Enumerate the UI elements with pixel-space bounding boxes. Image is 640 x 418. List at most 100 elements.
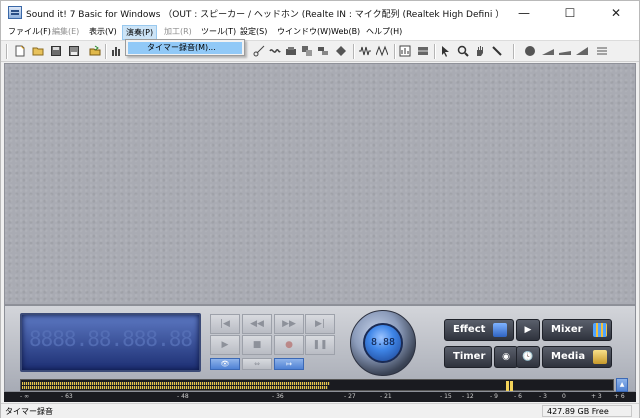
- fade-in-icon[interactable]: [542, 45, 554, 57]
- db-scale-label: - ∞: [20, 393, 30, 400]
- menu-settings[interactable]: 設定(S): [237, 25, 270, 40]
- copy-icon[interactable]: [269, 45, 281, 57]
- volume-icon[interactable]: [576, 45, 588, 57]
- cursor-icon[interactable]: [440, 45, 452, 57]
- db-scale-label: - 36: [272, 393, 284, 400]
- menu-bar: ファイル(F) 編集(E) 表示(V) 演奏(P) 加工(R) ツール(T) 設…: [1, 25, 639, 40]
- menu-play[interactable]: 演奏(P): [122, 25, 158, 40]
- window-title: Sound it! 7 Basic for Windows （OUT : スピー…: [26, 10, 505, 20]
- mixer-icon: [593, 323, 607, 337]
- close-icon: ✕: [610, 6, 622, 20]
- record-dot-icon[interactable]: [524, 45, 536, 57]
- save-icon[interactable]: [50, 45, 62, 57]
- counter-digits: 8888.88.888.88: [29, 327, 193, 351]
- peak-marker-right: [510, 381, 513, 391]
- play-menu-dropdown: タイマー録音(M)...: [125, 39, 245, 56]
- hand-icon[interactable]: [474, 45, 486, 57]
- meter-toggle-button[interactable]: ▲: [616, 378, 628, 392]
- open-folder-icon[interactable]: [32, 45, 44, 57]
- volume-knob[interactable]: 8.88: [350, 310, 416, 376]
- title-bar[interactable]: Sound it! 7 Basic for Windows （OUT : スピー…: [1, 1, 639, 25]
- zoom-icon[interactable]: [457, 45, 469, 57]
- follow-toggle-icon[interactable]: ↦: [274, 358, 304, 370]
- stop-button[interactable]: ■: [242, 335, 272, 355]
- media-icon: [593, 350, 607, 364]
- menu-view[interactable]: 表示(V): [86, 25, 120, 40]
- timer-record-menu-item[interactable]: タイマー録音(M)...: [128, 42, 242, 54]
- cut-icon[interactable]: [253, 45, 265, 57]
- wave-workspace[interactable]: [4, 63, 636, 305]
- meter-grid-icon[interactable]: [596, 45, 608, 57]
- timer-button[interactable]: Timer: [444, 346, 492, 368]
- db-scale-label: + 6: [614, 393, 625, 400]
- menu-window[interactable]: ウインドウ(W): [274, 25, 334, 40]
- timer-label: Timer: [453, 351, 486, 362]
- app-icon[interactable]: [8, 6, 22, 19]
- status-text: タイマー録音: [5, 407, 53, 416]
- mixer-button[interactable]: Mixer: [542, 319, 612, 341]
- menu-file[interactable]: ファイル(F): [5, 25, 54, 40]
- db-scale-label: - 15: [440, 393, 452, 400]
- chart-icon[interactable]: [111, 45, 123, 57]
- level-meter-icon[interactable]: [399, 45, 411, 57]
- loop-toggle-icon[interactable]: ⇔: [242, 358, 272, 370]
- record-button[interactable]: ●: [274, 335, 304, 355]
- maximize-button[interactable]: ☐: [547, 1, 593, 25]
- save-as-icon[interactable]: [68, 45, 80, 57]
- pause-button[interactable]: ❚❚: [305, 335, 335, 355]
- menu-web[interactable]: Web(B): [328, 25, 363, 40]
- monitor-toggle-icon[interactable]: 👁: [210, 358, 240, 370]
- open-recent-icon[interactable]: [89, 45, 101, 57]
- maximize-icon: ☐: [564, 6, 576, 20]
- media-button[interactable]: Media: [542, 346, 612, 368]
- new-file-icon[interactable]: [14, 45, 26, 57]
- menu-process[interactable]: 加工(R): [161, 25, 195, 40]
- minimize-icon: —: [518, 6, 530, 20]
- media-label: Media: [551, 351, 586, 362]
- mixer-label: Mixer: [551, 324, 583, 335]
- clock-icon[interactable]: 🕓: [516, 346, 540, 368]
- toolbar-separator: [394, 44, 396, 59]
- menu-help[interactable]: ヘルプ(H): [363, 25, 405, 40]
- toolbar-separator: [105, 44, 107, 59]
- pencil-icon[interactable]: [491, 45, 503, 57]
- waveform-icon[interactable]: [359, 45, 371, 57]
- disk-free-space: 427.89 GB Free: [542, 405, 632, 417]
- paste-icon[interactable]: [285, 45, 297, 57]
- fast-forward-button[interactable]: ▶▶: [274, 314, 304, 334]
- toolbar-separator: [513, 44, 515, 59]
- minimize-button[interactable]: —: [501, 1, 547, 25]
- spectrum-icon[interactable]: [376, 45, 388, 57]
- fade-out-icon[interactable]: [559, 45, 571, 57]
- delete-icon[interactable]: [335, 45, 347, 57]
- toolbar-separator: [434, 44, 436, 59]
- control-panel: 8888.88.888.88 |◀ ◀◀ ▶▶ ▶| ▶ ■ ● ❚❚ 👁 ⇔ …: [4, 305, 636, 392]
- close-button[interactable]: ✕: [593, 1, 639, 25]
- db-scale-label: - 63: [61, 393, 73, 400]
- db-scale-label: 0: [562, 393, 566, 400]
- status-bar: タイマー録音 427.89 GB Free: [1, 403, 639, 418]
- go-end-button[interactable]: ▶|: [305, 314, 335, 334]
- toolbar-separator: [353, 44, 355, 59]
- db-scale-label: - 9: [490, 393, 498, 400]
- rewind-button[interactable]: ◀◀: [242, 314, 272, 334]
- crop-icon[interactable]: [301, 45, 313, 57]
- effect-play-button[interactable]: ▶: [516, 319, 540, 341]
- db-scale-label: - 21: [380, 393, 392, 400]
- mix-paste-icon[interactable]: [317, 45, 329, 57]
- menu-edit[interactable]: 編集(E): [49, 25, 82, 40]
- time-counter: 8888.88.888.88: [20, 313, 201, 372]
- grid-view-icon[interactable]: [417, 45, 429, 57]
- play-button[interactable]: ▶: [210, 335, 240, 355]
- level-meter: [20, 379, 614, 391]
- timer-record-button[interactable]: ◉: [494, 346, 518, 368]
- go-start-button[interactable]: |◀: [210, 314, 240, 334]
- effect-label: Effect: [453, 324, 486, 335]
- effect-button[interactable]: Effect: [444, 319, 514, 341]
- app-window: Sound it! 7 Basic for Windows （OUT : スピー…: [0, 0, 640, 418]
- knob-display: 8.88: [363, 323, 403, 363]
- db-scale-label: - 12: [462, 393, 474, 400]
- menu-tools[interactable]: ツール(T): [198, 25, 239, 40]
- level-meter-right-channel: [22, 386, 328, 389]
- db-scale-label: - 3: [539, 393, 547, 400]
